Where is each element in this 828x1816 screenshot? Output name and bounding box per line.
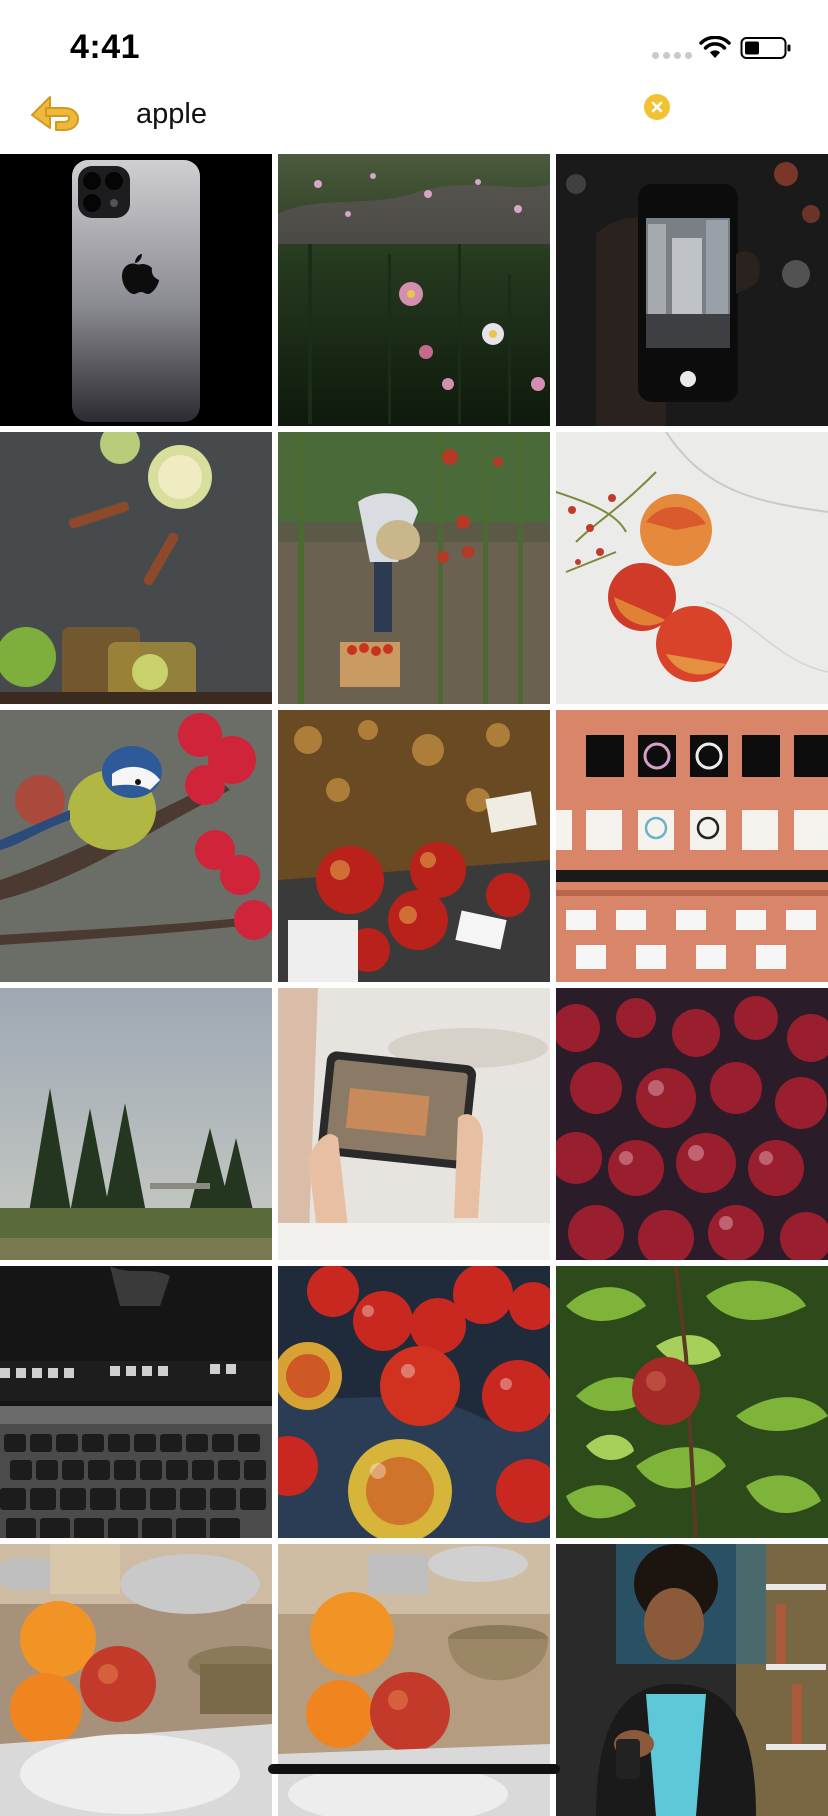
result-image-oranges-pottery[interactable]: [278, 1544, 550, 1816]
back-button[interactable]: [28, 88, 82, 136]
wifi-icon: [699, 36, 731, 58]
result-image-iphone[interactable]: [0, 154, 272, 426]
result-image-market-apples[interactable]: [278, 710, 550, 982]
home-indicator: [268, 1764, 560, 1774]
search-input[interactable]: [136, 92, 616, 136]
result-image-man-with-phone[interactable]: [556, 1544, 828, 1816]
result-image-apple-park-store[interactable]: [556, 710, 828, 982]
status-bar: 4:41: [0, 0, 828, 90]
clear-x-icon: [651, 101, 663, 113]
back-arrow-icon: [31, 96, 79, 131]
result-image-phone-camera[interactable]: [556, 154, 828, 426]
result-image-tablet-ar[interactable]: [278, 988, 550, 1260]
result-image-apples-on-marble[interactable]: [556, 432, 828, 704]
image-results-grid: [0, 154, 828, 1816]
result-image-apple-cinnamon-tea[interactable]: [0, 432, 272, 704]
cellular-signal-icon: [652, 52, 692, 59]
result-image-bluetit[interactable]: [0, 710, 272, 982]
result-image-oranges-apples[interactable]: [0, 1544, 272, 1816]
result-image-meadow-flowers[interactable]: [278, 154, 550, 426]
status-time: 4:41: [70, 28, 141, 66]
search-bar: [0, 80, 828, 154]
battery-icon: [740, 37, 791, 59]
result-image-apples-in-water[interactable]: [278, 1266, 550, 1538]
result-image-pine-trees[interactable]: [0, 988, 272, 1260]
result-image-apple-picker[interactable]: [278, 432, 550, 704]
result-image-red-apple-pile[interactable]: [556, 988, 828, 1260]
result-image-macbook[interactable]: [0, 1266, 272, 1538]
result-image-apple-on-tree[interactable]: [556, 1266, 828, 1538]
clear-search-button[interactable]: [644, 94, 670, 120]
